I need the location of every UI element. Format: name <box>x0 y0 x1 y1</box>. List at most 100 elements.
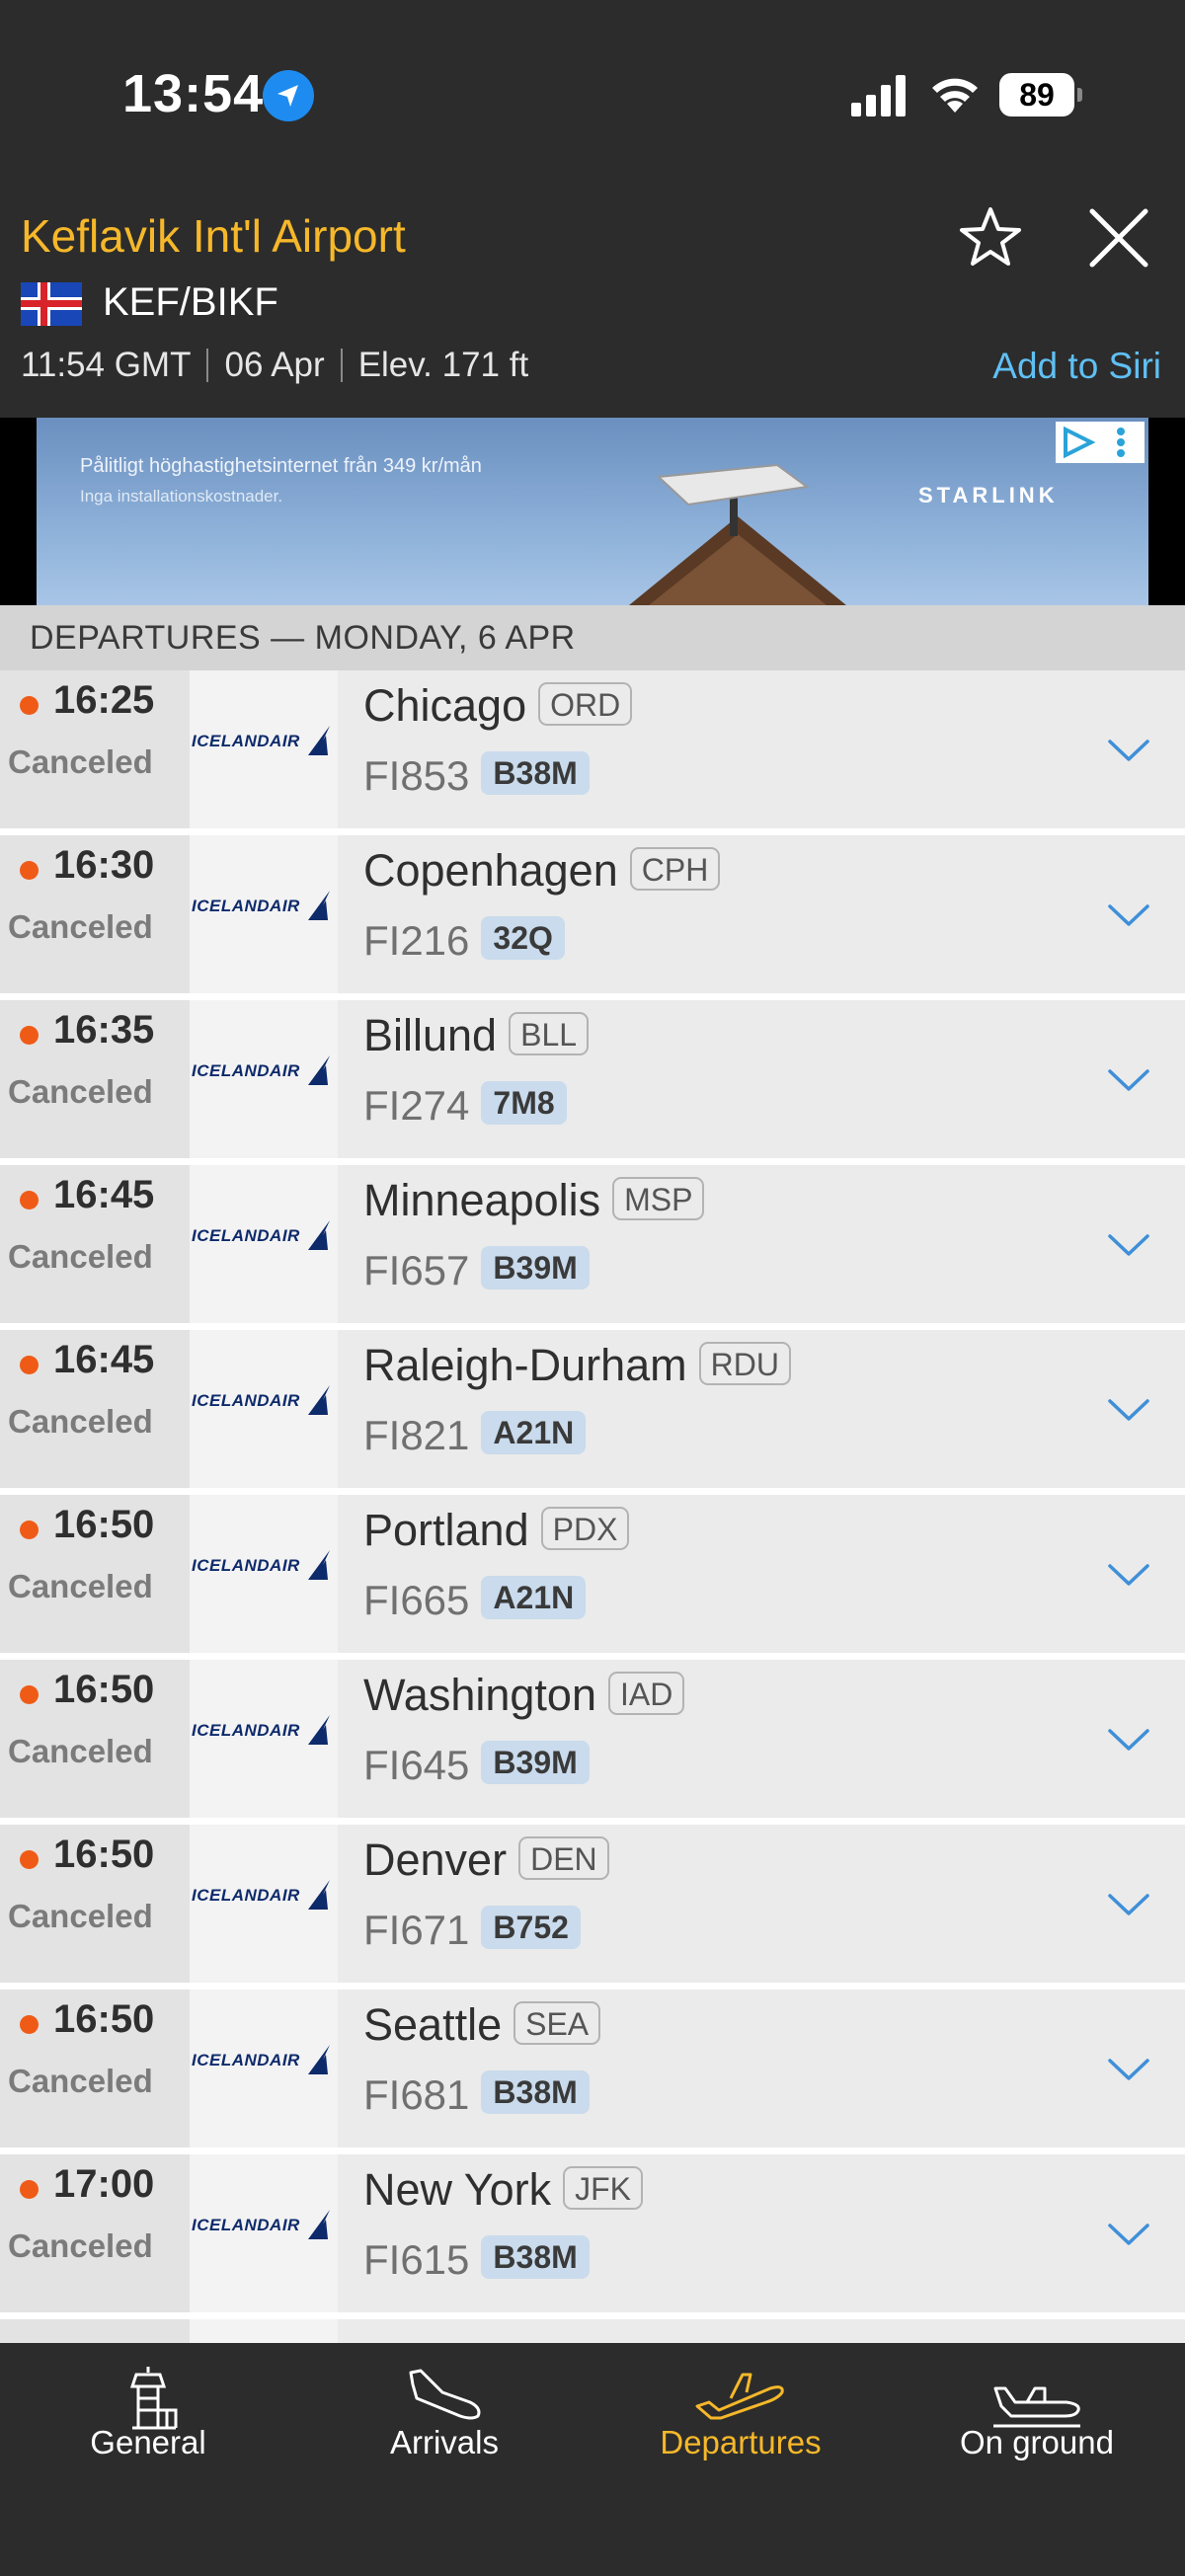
airport-name: Keflavik Int'l Airport <box>21 210 406 262</box>
flight-row[interactable]: 16:50 Canceled ICELANDAIR Portland PDX FI665 A… <box>0 1495 1185 1653</box>
flight-status: Canceled <box>8 1403 153 1440</box>
departure-time: 16:35 <box>53 1008 155 1052</box>
status-dot <box>20 2180 39 2199</box>
airline-logo: ICELANDAIR <box>190 1330 338 1488</box>
airline-tail-icon <box>308 726 330 755</box>
airline-tail-icon <box>308 1550 330 1580</box>
iceland-flag-icon <box>21 282 82 326</box>
ad-headline: Pålitligt höghastighetsinternet från 349… <box>80 455 482 477</box>
departure-time: 16:50 <box>53 1833 155 1876</box>
chevron-down-icon[interactable] <box>1104 1715 1153 1764</box>
tab-on-ground[interactable]: On ground <box>889 2343 1185 2521</box>
chevron-down-icon[interactable] <box>1104 1385 1153 1435</box>
control-tower-icon <box>129 2367 178 2430</box>
flight-row[interactable]: 16:35 Canceled ICELANDAIR Billund BLL FI274 7M… <box>0 1000 1185 1158</box>
chevron-down-icon[interactable] <box>1104 1055 1153 1105</box>
aircraft-type-badge: B38M <box>481 2070 590 2114</box>
destination-iata-badge: BLL <box>509 1012 590 1055</box>
close-icon[interactable] <box>1084 203 1153 273</box>
tab-arrivals[interactable]: Arrivals <box>296 2343 592 2521</box>
flight-info: FI657 B39M <box>363 1246 590 1294</box>
destination: Chicago ORD <box>363 680 633 732</box>
flight-row[interactable]: 16:50 Canceled ICELANDAIR Denver DEN FI671 B75… <box>0 1825 1185 1983</box>
chevron-down-icon[interactable] <box>1104 1220 1153 1270</box>
tab-general[interactable]: General <box>0 2343 296 2521</box>
airline-logo-text: ICELANDAIR <box>192 1556 300 1575</box>
aircraft-type-badge: A21N <box>481 1411 587 1454</box>
destination-city: Washington <box>363 1670 596 1720</box>
destination: Portland PDX <box>363 1505 630 1556</box>
destination-iata-badge: SEA <box>514 2001 601 2045</box>
flight-row[interactable]: 16:25 Canceled ICELANDAIR Chicago ORD FI853 B3… <box>0 670 1185 828</box>
add-to-siri-link[interactable]: Add to Siri <box>992 346 1161 387</box>
destination-iata-badge: PDX <box>540 1507 630 1550</box>
section-title: DEPARTURES — MONDAY, 6 APR <box>30 619 576 657</box>
airport-meta: 11:54 GMT 06 Apr Elev. 171 ft <box>21 346 528 385</box>
time-column: 16:50 Canceled <box>0 1660 190 1818</box>
flight-status: Canceled <box>8 1733 153 1769</box>
airline-tail-icon <box>308 891 330 920</box>
flight-row-partial[interactable] <box>0 2319 1185 2343</box>
flight-number: FI645 <box>363 1742 470 1788</box>
aircraft-type-badge: 7M8 <box>481 1081 567 1125</box>
aircraft-type-badge: A21N <box>481 1576 587 1619</box>
tab-departures[interactable]: Departures <box>592 2343 889 2521</box>
airline-logo: ICELANDAIR <box>190 1825 338 1983</box>
time-column: 16:35 Canceled <box>0 1000 190 1158</box>
flight-info: FI665 A21N <box>363 1576 587 1624</box>
airline-logo-text: ICELANDAIR <box>192 2051 300 2069</box>
chevron-down-icon[interactable] <box>1104 1880 1153 1929</box>
flight-status: Canceled <box>8 1073 153 1110</box>
wifi-icon <box>932 78 978 113</box>
local-date: 06 Apr <box>224 346 325 384</box>
flight-row[interactable]: 16:50 Canceled ICELANDAIR Seattle SEA FI681 B3… <box>0 1990 1185 2147</box>
time-column: 16:45 Canceled <box>0 1165 190 1323</box>
chevron-down-icon[interactable] <box>1104 1550 1153 1600</box>
flight-number: FI657 <box>363 1247 470 1293</box>
status-dot <box>20 1850 39 1869</box>
airline-tail-icon <box>308 1385 330 1415</box>
chevron-down-icon[interactable] <box>1104 891 1153 940</box>
chevron-down-icon[interactable] <box>1104 2210 1153 2259</box>
destination: Billund BLL <box>363 1010 590 1061</box>
flight-status: Canceled <box>8 1568 153 1604</box>
departures-section-header: DEPARTURES — MONDAY, 6 APR <box>0 605 1185 670</box>
status-dot <box>20 696 39 715</box>
airline-logo-text: ICELANDAIR <box>192 1886 300 1905</box>
status-dot <box>20 861 39 880</box>
flight-info: FI853 B38M <box>363 751 590 800</box>
status-dot <box>20 1356 39 1374</box>
favorite-star-icon[interactable] <box>956 203 1025 273</box>
departures-list[interactable]: 16:25 Canceled ICELANDAIR Chicago ORD FI853 B3… <box>0 670 1185 2343</box>
chevron-down-icon[interactable] <box>1104 726 1153 775</box>
ad-image[interactable]: Pålitligt höghastighetsinternet från 349… <box>37 418 1148 605</box>
flight-row[interactable]: 16:45 Canceled ICELANDAIR Minneapolis MSP FI6… <box>0 1165 1185 1323</box>
airline-logo: ICELANDAIR <box>190 835 338 993</box>
elevation: Elev. 171 ft <box>357 346 529 384</box>
aircraft-type-badge: 32Q <box>481 916 565 960</box>
flight-number: FI671 <box>363 1907 470 1953</box>
destination-iata-badge: IAD <box>607 1672 685 1715</box>
chevron-down-icon[interactable] <box>1104 2045 1153 2094</box>
flight-number: FI665 <box>363 1577 470 1623</box>
airline-logo-text: ICELANDAIR <box>192 1391 300 1410</box>
flight-row[interactable]: 16:30 Canceled ICELANDAIR Copenhagen CPH FI21… <box>0 835 1185 993</box>
aircraft-type-badge: B38M <box>481 751 590 795</box>
flight-row[interactable]: 16:50 Canceled ICELANDAIR Washington IAD FI64… <box>0 1660 1185 1818</box>
ad-choices-icon[interactable] <box>1056 422 1145 463</box>
ad-banner[interactable]: Pålitligt höghastighetsinternet från 349… <box>0 418 1185 605</box>
destination: New York JFK <box>363 2164 643 2216</box>
destination-iata-badge: CPH <box>629 847 721 891</box>
status-dot <box>20 1685 39 1704</box>
flight-row[interactable]: 16:45 Canceled ICELANDAIR Raleigh-Durham RDU… <box>0 1330 1185 1488</box>
time-column: 16:45 Canceled <box>0 1330 190 1488</box>
aircraft-type-badge: B39M <box>481 1246 590 1289</box>
plane-takeoff-icon <box>695 2373 784 2420</box>
flight-info: FI216 32Q <box>363 916 565 965</box>
destination: Denver DEN <box>363 1834 609 1886</box>
ad-subline: Inga installationskostnader. <box>80 487 283 506</box>
flight-row[interactable]: 17:00 Canceled ICELANDAIR New York JFK FI615 B… <box>0 2154 1185 2312</box>
destination-city: Portland <box>363 1505 529 1555</box>
aircraft-type-badge: B38M <box>481 2235 590 2279</box>
destination-city: Denver <box>363 1834 508 1885</box>
